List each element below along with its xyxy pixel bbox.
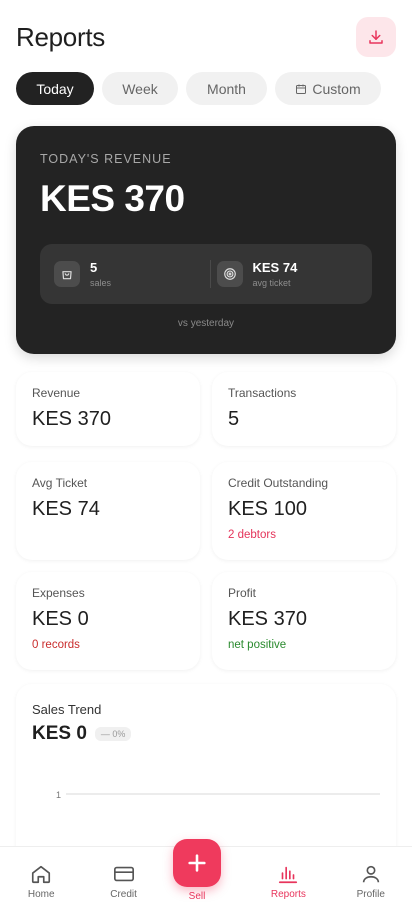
- nav-home[interactable]: Home: [6, 863, 76, 900]
- sell-label: Sell: [188, 891, 206, 902]
- avg-ticket-label: avg ticket: [252, 278, 291, 288]
- target-icon: [216, 261, 243, 287]
- hero-amount: KES 370: [40, 178, 185, 219]
- metric-profit[interactable]: Profit KES 370 net positive: [212, 572, 396, 670]
- download-button[interactable]: [356, 17, 396, 57]
- revenue-hero-card: TODAY'S REVENUE KES 370 5 sales KES 74 a…: [16, 126, 396, 354]
- avg-ticket-stat: KES 74 avg ticket: [209, 260, 373, 288]
- page-title: Reports: [16, 21, 105, 52]
- metric-label: Avg Ticket: [32, 476, 88, 490]
- header: Reports: [16, 16, 396, 58]
- bar-chart-icon: [279, 866, 298, 884]
- tab-today[interactable]: Today: [16, 72, 94, 105]
- bag-icon: [54, 261, 80, 287]
- tab-month[interactable]: Month: [186, 72, 267, 105]
- nav-profile-label: Profile: [356, 889, 385, 900]
- metric-sub: 0 records: [32, 639, 80, 651]
- sell-button[interactable]: [173, 839, 221, 887]
- sales-label: sales: [90, 278, 112, 288]
- metric-value: KES 74: [32, 498, 100, 520]
- calendar-icon: [296, 84, 307, 94]
- metric-label: Credit Outstanding: [228, 476, 329, 490]
- metric-value: KES 370: [228, 608, 307, 630]
- nav-reports[interactable]: Reports: [253, 863, 323, 900]
- sales-stat: 5 sales: [40, 260, 210, 288]
- metric-credit-outstanding[interactable]: Credit Outstanding KES 100 2 debtors: [212, 462, 396, 560]
- tab-week[interactable]: Week: [102, 72, 178, 105]
- sales-count: 5: [90, 260, 98, 275]
- nav-home-label: Home: [27, 889, 55, 900]
- trend-change-badge: — 0%: [94, 727, 132, 741]
- metric-revenue[interactable]: Revenue KES 370: [16, 372, 200, 446]
- trend-axis-tick: 1: [56, 790, 61, 800]
- trend-chart: 1: [56, 790, 380, 800]
- metric-label: Transactions: [228, 386, 297, 400]
- trend-value: KES 0: [32, 723, 87, 744]
- metric-value: KES 100: [228, 498, 307, 520]
- metric-sub: 2 debtors: [228, 529, 276, 541]
- metric-value: KES 370: [32, 408, 111, 430]
- metric-value: KES 0: [32, 608, 89, 630]
- nav-credit[interactable]: Credit: [89, 863, 159, 900]
- credit-card-icon: [113, 866, 134, 882]
- metric-transactions[interactable]: Transactions 5: [212, 372, 396, 446]
- metric-avg-ticket[interactable]: Avg Ticket KES 74: [16, 462, 200, 560]
- plus-icon: [188, 854, 206, 872]
- metrics-grid: Revenue KES 370 Transactions 5 Avg Ticke…: [16, 372, 396, 670]
- trend-title: Sales Trend: [32, 702, 102, 717]
- metric-label: Revenue: [32, 386, 81, 400]
- avg-ticket-value: KES 74: [252, 260, 298, 275]
- home-icon: [32, 865, 51, 884]
- nav-profile[interactable]: Profile: [336, 863, 406, 900]
- hero-label: TODAY'S REVENUE: [40, 152, 172, 166]
- user-icon: [362, 865, 379, 883]
- period-tabs: Today Week Month Custom: [16, 72, 396, 106]
- tab-custom-label: Custom: [312, 80, 361, 97]
- hero-compare: vs yesterday: [177, 318, 235, 329]
- tab-custom[interactable]: Custom: [275, 72, 381, 105]
- metric-value: 5: [228, 408, 240, 430]
- metric-label: Profit: [228, 586, 257, 600]
- metric-label: Expenses: [32, 586, 85, 600]
- download-icon: [369, 30, 383, 44]
- nav-credit-label: Credit: [110, 889, 137, 900]
- metric-sub: net positive: [228, 639, 287, 651]
- metric-expenses[interactable]: Expenses KES 0 0 records: [16, 572, 200, 670]
- hero-stats: 5 sales KES 74 avg ticket: [40, 244, 372, 304]
- nav-reports-label: Reports: [270, 889, 306, 900]
